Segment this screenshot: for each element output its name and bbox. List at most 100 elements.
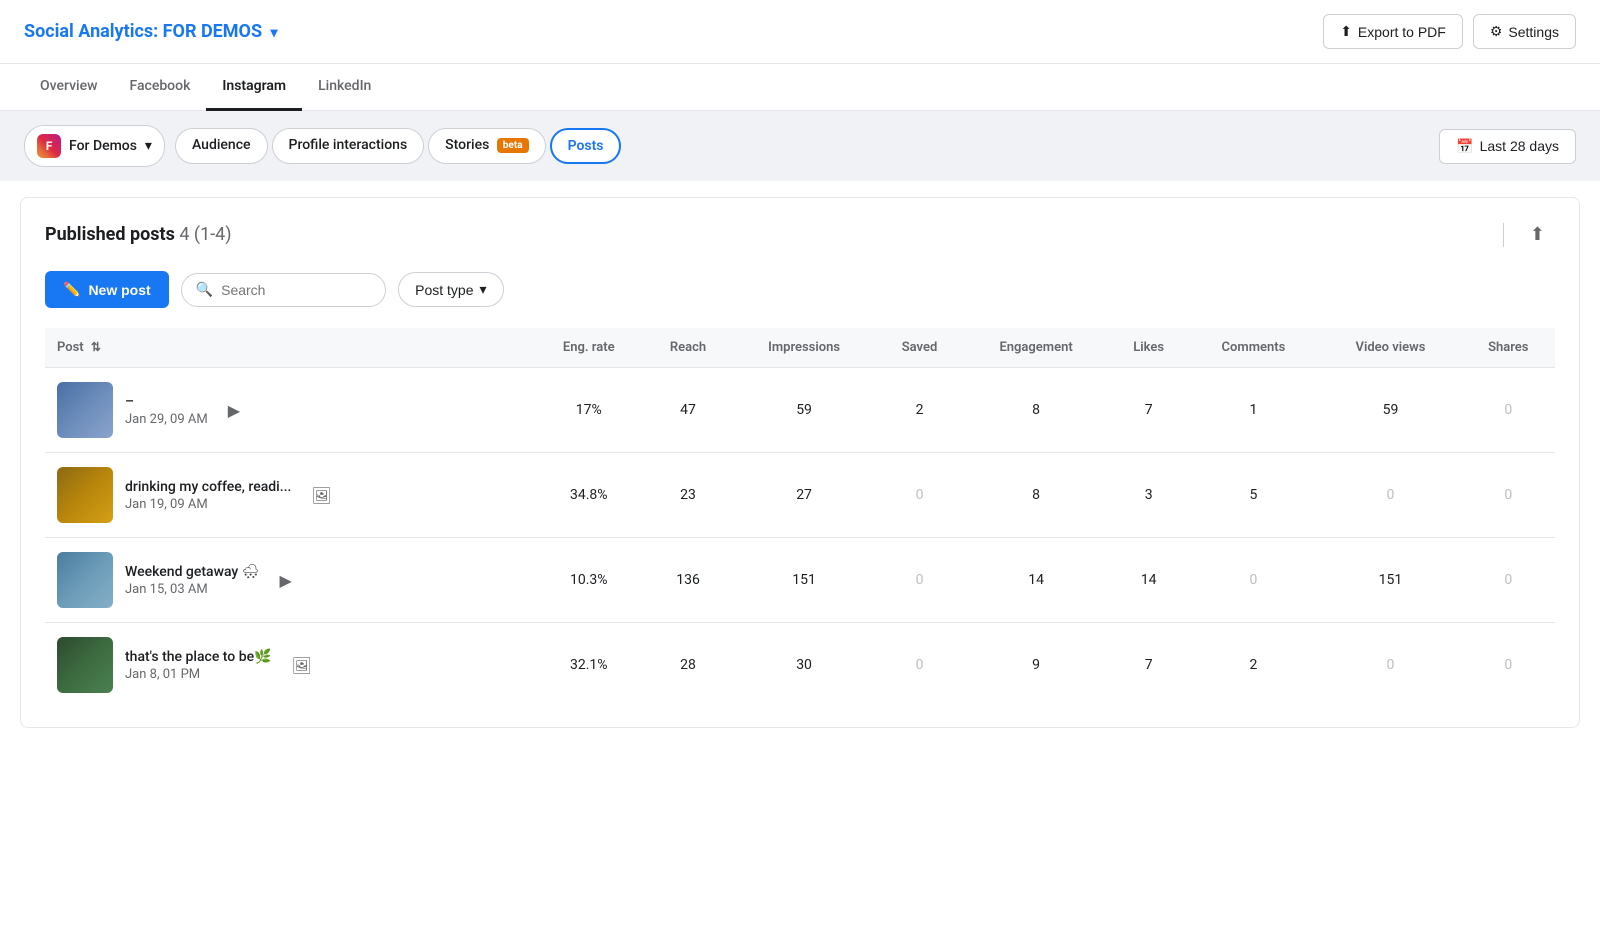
saved: 0 — [877, 623, 962, 708]
table-row[interactable]: drinking my coffee, readi... Jan 19, 09 … — [45, 453, 1555, 538]
section-header: Published posts 4 (1-4) ⬆ — [45, 218, 1555, 251]
impressions: 59 — [731, 368, 877, 453]
subtab-audience[interactable]: Audience — [175, 128, 268, 164]
col-reach: Reach — [645, 328, 732, 368]
engagement: 9 — [962, 623, 1110, 708]
post-type-chevron: ▾ — [479, 281, 486, 298]
comments: 1 — [1187, 368, 1319, 453]
post-thumbnail — [57, 552, 113, 608]
col-eng-rate: Eng. rate — [533, 328, 645, 368]
post-type-icon: 🖼 — [311, 486, 331, 505]
tab-linkedin[interactable]: LinkedIn — [302, 64, 387, 111]
sub-header-left: F For Demos ▾ Audience Profile interacti… — [24, 125, 621, 167]
pencil-icon: ✏️ — [63, 281, 80, 298]
reach: 47 — [645, 368, 732, 453]
post-date: Jan 8, 01 PM — [125, 667, 272, 682]
col-engagement: Engagement — [962, 328, 1110, 368]
table-row[interactable]: Weekend getaway 🌨 Jan 15, 03 AM ▶ 10.3% … — [45, 538, 1555, 623]
saved: 0 — [877, 538, 962, 623]
post-title: that's the place to be🌿 — [125, 649, 272, 665]
post-info: drinking my coffee, readi... Jan 19, 09 … — [125, 479, 291, 512]
video-views: 151 — [1319, 538, 1461, 623]
saved: 0 — [877, 453, 962, 538]
table-header-row: Post ⇅ Eng. rate Reach Impressions Saved… — [45, 328, 1555, 368]
new-post-button[interactable]: ✏️ New post — [45, 271, 169, 308]
calendar-icon: 📅 — [1456, 138, 1473, 155]
post-date: Jan 19, 09 AM — [125, 497, 291, 512]
tab-overview[interactable]: Overview — [24, 64, 113, 111]
post-info: that's the place to be🌿 Jan 8, 01 PM — [125, 649, 272, 682]
instagram-icon: F — [37, 134, 61, 158]
section-export: ⬆ — [1503, 218, 1555, 251]
section-title: Published posts 4 (1-4) — [45, 224, 232, 245]
likes: 7 — [1110, 623, 1187, 708]
table-row[interactable]: that's the place to be🌿 Jan 8, 01 PM 🖼 3… — [45, 623, 1555, 708]
shares: 0 — [1462, 538, 1555, 623]
impressions: 27 — [731, 453, 877, 538]
video-views: 0 — [1319, 453, 1461, 538]
account-chevron: ▾ — [145, 138, 152, 154]
engagement: 8 — [962, 368, 1110, 453]
post-date: Jan 29, 09 AM — [125, 412, 208, 427]
impressions: 151 — [731, 538, 877, 623]
post-title: – — [125, 394, 208, 410]
sub-header: F For Demos ▾ Audience Profile interacti… — [0, 111, 1600, 181]
post-cell: drinking my coffee, readi... Jan 19, 09 … — [45, 453, 533, 538]
date-range-button[interactable]: 📅 Last 28 days — [1439, 129, 1576, 164]
likes: 14 — [1110, 538, 1187, 623]
export-icon: ⬆ — [1340, 23, 1352, 40]
subtab-profile-interactions[interactable]: Profile interactions — [272, 128, 425, 164]
col-shares: Shares — [1462, 328, 1555, 368]
post-type-button[interactable]: Post type ▾ — [398, 272, 503, 307]
settings-button[interactable]: ⚙ Settings — [1473, 14, 1576, 49]
comments: 2 — [1187, 623, 1319, 708]
tab-instagram[interactable]: Instagram — [206, 64, 302, 111]
col-video-views: Video views — [1319, 328, 1461, 368]
post-type-icon: 🖼 — [292, 656, 312, 675]
post-type-icon: ▶ — [280, 571, 292, 590]
nav-tabs: Overview Facebook Instagram LinkedIn — [0, 64, 1600, 111]
reach: 23 — [645, 453, 732, 538]
post-title: drinking my coffee, readi... — [125, 479, 291, 495]
sort-icon[interactable]: ⇅ — [91, 340, 101, 354]
search-icon: 🔍 — [196, 282, 213, 298]
account-name: For Demos — [69, 138, 137, 154]
brand-chevron[interactable]: ▾ — [271, 25, 278, 41]
subtab-stories[interactable]: Stories beta — [428, 128, 545, 164]
post-info: Weekend getaway 🌨 Jan 15, 03 AM — [125, 564, 260, 597]
comments: 5 — [1187, 453, 1319, 538]
search-box[interactable]: 🔍 — [181, 273, 386, 307]
eng-rate: 32.1% — [533, 623, 645, 708]
shares: 0 — [1462, 368, 1555, 453]
header-actions: ⬆ Export to PDF ⚙ Settings — [1323, 14, 1576, 49]
account-selector[interactable]: F For Demos ▾ — [24, 125, 165, 167]
tab-facebook[interactable]: Facebook — [113, 64, 206, 111]
posts-count: 4 (1-4) — [179, 224, 231, 245]
toolbar: ✏️ New post 🔍 Post type ▾ — [45, 271, 1555, 308]
likes: 7 — [1110, 368, 1187, 453]
comments: 0 — [1187, 538, 1319, 623]
app-title: Social Analytics: FOR DEMOS ▾ — [24, 21, 278, 42]
likes: 3 — [1110, 453, 1187, 538]
post-title: Weekend getaway 🌨 — [125, 564, 260, 580]
subtab-posts[interactable]: Posts — [550, 128, 622, 164]
shares: 0 — [1462, 453, 1555, 538]
export-button[interactable]: ⬆ — [1520, 218, 1555, 251]
post-cell: that's the place to be🌿 Jan 8, 01 PM 🖼 — [45, 623, 533, 708]
post-thumbnail — [57, 467, 113, 523]
col-likes: Likes — [1110, 328, 1187, 368]
video-views: 59 — [1319, 368, 1461, 453]
post-cell: Weekend getaway 🌨 Jan 15, 03 AM ▶ — [45, 538, 533, 623]
divider — [1503, 223, 1504, 247]
eng-rate: 17% — [533, 368, 645, 453]
post-thumbnail — [57, 382, 113, 438]
col-post: Post ⇅ — [45, 328, 533, 368]
export-pdf-button[interactable]: ⬆ Export to PDF — [1323, 14, 1463, 49]
table-row[interactable]: – Jan 29, 09 AM ▶ 17% 47 59 2 8 7 1 59 0 — [45, 368, 1555, 453]
search-input[interactable] — [221, 282, 371, 298]
video-views: 0 — [1319, 623, 1461, 708]
beta-badge: beta — [497, 138, 529, 153]
posts-table: Post ⇅ Eng. rate Reach Impressions Saved… — [45, 328, 1555, 707]
engagement: 8 — [962, 453, 1110, 538]
app-header: Social Analytics: FOR DEMOS ▾ ⬆ Export t… — [0, 0, 1600, 64]
